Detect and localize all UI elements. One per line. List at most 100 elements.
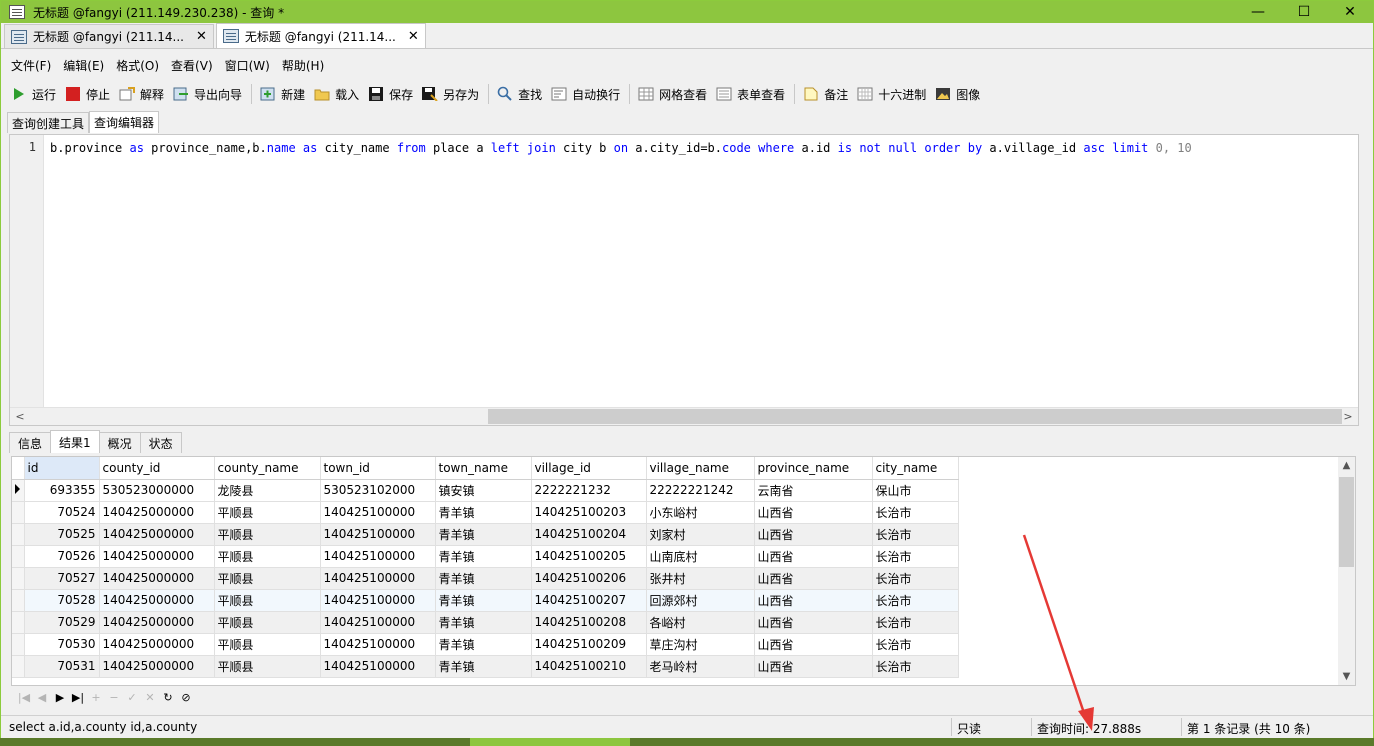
cell-county-id[interactable]: 140425000000 bbox=[99, 545, 215, 568]
table-row[interactable]: 70529 140425000000 平顺县 140425100000 青羊镇 14042… bbox=[12, 611, 959, 634]
cell-village-id[interactable]: 2222221232 bbox=[531, 479, 647, 502]
run-button[interactable]: 运行 bbox=[7, 83, 61, 105]
table-row[interactable]: 70524 140425000000 平顺县 140425100000 青羊镇 14042… bbox=[12, 501, 959, 524]
next-record-icon[interactable]: ▶ bbox=[51, 688, 69, 706]
cell-id[interactable]: 70528 bbox=[24, 589, 100, 612]
refresh-icon[interactable]: ↻ bbox=[159, 688, 177, 706]
cell-county-id[interactable]: 140425000000 bbox=[99, 611, 215, 634]
cell-town-name[interactable]: 青羊镇 bbox=[435, 633, 532, 656]
discard-changes-icon[interactable]: ✕ bbox=[141, 688, 159, 706]
memo-button[interactable]: 备注 bbox=[799, 83, 853, 105]
scroll-left-icon[interactable]: < bbox=[12, 409, 28, 425]
cell-town-id[interactable]: 140425100000 bbox=[320, 589, 436, 612]
column-header-town-name[interactable]: town_name bbox=[435, 457, 532, 480]
cell-province-name[interactable]: 山西省 bbox=[754, 589, 873, 612]
cell-town-name[interactable]: 青羊镇 bbox=[435, 655, 532, 678]
row-marker[interactable] bbox=[12, 523, 25, 546]
cell-county-id[interactable]: 140425000000 bbox=[99, 501, 215, 524]
cell-province-name[interactable]: 山西省 bbox=[754, 501, 873, 524]
cell-province-name[interactable]: 山西省 bbox=[754, 567, 873, 590]
column-header-city-name[interactable]: city_name bbox=[872, 457, 959, 480]
table-row[interactable]: 70526 140425000000 平顺县 140425100000 青羊镇 14042… bbox=[12, 545, 959, 568]
cell-city-name[interactable]: 长治市 bbox=[872, 545, 959, 568]
menu-help[interactable]: 帮助(H) bbox=[276, 57, 330, 74]
cell-town-name[interactable]: 青羊镇 bbox=[435, 611, 532, 634]
add-record-icon[interactable]: + bbox=[87, 688, 105, 706]
cell-village-id[interactable]: 140425100206 bbox=[531, 567, 647, 590]
cell-town-id[interactable]: 140425100000 bbox=[320, 545, 436, 568]
minimize-button[interactable]: — bbox=[1235, 1, 1281, 23]
cell-village-name[interactable]: 老马岭村 bbox=[646, 655, 755, 678]
table-row[interactable]: 70527 140425000000 平顺县 140425100000 青羊镇 14042… bbox=[12, 567, 959, 590]
scroll-right-icon[interactable]: > bbox=[1340, 409, 1356, 425]
cell-town-name[interactable]: 青羊镇 bbox=[435, 589, 532, 612]
tab-query-builder[interactable]: 查询创建工具 bbox=[7, 112, 90, 133]
export-wizard-button[interactable]: 导出向导 bbox=[169, 83, 247, 105]
row-marker[interactable] bbox=[12, 611, 25, 634]
tab-status[interactable]: 状态 bbox=[139, 432, 182, 453]
cell-village-id[interactable]: 140425100210 bbox=[531, 655, 647, 678]
prev-record-icon[interactable]: ◀ bbox=[33, 688, 51, 706]
cell-province-name[interactable]: 山西省 bbox=[754, 545, 873, 568]
save-button[interactable]: 保存 bbox=[364, 83, 418, 105]
doc-tab-1[interactable]: 无标题 @fangyi (211.14... ✕ bbox=[4, 24, 214, 48]
cell-province-name[interactable]: 山西省 bbox=[754, 633, 873, 656]
stop-button[interactable]: 停止 bbox=[61, 83, 115, 105]
cell-village-name[interactable]: 草庄沟村 bbox=[646, 633, 755, 656]
grid-vertical-scrollbar[interactable]: ▲ ▼ bbox=[1338, 457, 1355, 685]
cell-town-id[interactable]: 140425100000 bbox=[320, 501, 436, 524]
cell-city-name[interactable]: 长治市 bbox=[872, 501, 959, 524]
cell-county-name[interactable]: 平顺县 bbox=[214, 589, 321, 612]
row-marker[interactable] bbox=[12, 589, 25, 612]
cell-county-name[interactable]: 平顺县 bbox=[214, 633, 321, 656]
column-header-province-name[interactable]: province_name bbox=[754, 457, 873, 480]
cell-id[interactable]: 693355 bbox=[24, 479, 100, 502]
sql-editor[interactable]: 1 b.province as province_name,b.name as … bbox=[9, 134, 1359, 426]
column-header-town-id[interactable]: town_id bbox=[320, 457, 436, 480]
cell-province-name[interactable]: 山西省 bbox=[754, 655, 873, 678]
maximize-button[interactable]: ☐ bbox=[1281, 1, 1327, 23]
delete-record-icon[interactable]: − bbox=[105, 688, 123, 706]
column-header-id[interactable]: id bbox=[24, 457, 100, 480]
word-wrap-button[interactable]: 自动换行 bbox=[547, 83, 625, 105]
cell-village-name[interactable]: 回源郊村 bbox=[646, 589, 755, 612]
cell-town-id[interactable]: 530523102000 bbox=[320, 479, 436, 502]
row-marker[interactable] bbox=[12, 545, 25, 568]
cell-town-id[interactable]: 140425100000 bbox=[320, 523, 436, 546]
cell-county-name[interactable]: 平顺县 bbox=[214, 545, 321, 568]
tab-query-editor[interactable]: 查询编辑器 bbox=[89, 111, 160, 133]
cell-county-id[interactable]: 140425000000 bbox=[99, 523, 215, 546]
apply-changes-icon[interactable]: ✓ bbox=[123, 688, 141, 706]
column-header-county-id[interactable]: county_id bbox=[99, 457, 215, 480]
cell-county-id[interactable]: 140425000000 bbox=[99, 655, 215, 678]
scroll-thumb[interactable] bbox=[488, 409, 1342, 424]
column-header-village-name[interactable]: village_name bbox=[646, 457, 755, 480]
cell-village-name[interactable]: 小东峪村 bbox=[646, 501, 755, 524]
cell-village-id[interactable]: 140425100204 bbox=[531, 523, 647, 546]
table-row[interactable]: 70531 140425000000 平顺县 140425100000 青羊镇 14042… bbox=[12, 655, 959, 678]
cell-city-name[interactable]: 保山市 bbox=[872, 479, 959, 502]
sql-code-line[interactable]: b.province as province_name,b.name as ci… bbox=[50, 140, 1354, 156]
row-marker[interactable] bbox=[12, 567, 25, 590]
tab-result1[interactable]: 结果1 bbox=[50, 430, 100, 453]
table-row[interactable]: 70528 140425000000 平顺县 140425100000 青羊镇 14042… bbox=[12, 589, 959, 612]
menu-edit[interactable]: 编辑(E) bbox=[57, 57, 110, 74]
cell-city-name[interactable]: 长治市 bbox=[872, 523, 959, 546]
cell-county-name[interactable]: 平顺县 bbox=[214, 655, 321, 678]
row-marker[interactable] bbox=[12, 479, 25, 502]
cell-city-name[interactable]: 长治市 bbox=[872, 633, 959, 656]
cell-province-name[interactable]: 云南省 bbox=[754, 479, 873, 502]
cell-town-name[interactable]: 青羊镇 bbox=[435, 523, 532, 546]
cell-city-name[interactable]: 长治市 bbox=[872, 567, 959, 590]
cell-county-name[interactable]: 龙陵县 bbox=[214, 479, 321, 502]
cell-id[interactable]: 70530 bbox=[24, 633, 100, 656]
new-button[interactable]: 新建 bbox=[256, 83, 310, 105]
last-record-icon[interactable]: ▶| bbox=[69, 688, 87, 706]
row-marker[interactable] bbox=[12, 501, 25, 524]
cell-village-id[interactable]: 140425100208 bbox=[531, 611, 647, 634]
cell-town-id[interactable]: 140425100000 bbox=[320, 633, 436, 656]
cell-county-name[interactable]: 平顺县 bbox=[214, 611, 321, 634]
cell-county-name[interactable]: 平顺县 bbox=[214, 501, 321, 524]
cell-id[interactable]: 70529 bbox=[24, 611, 100, 634]
stop-fetch-icon[interactable]: ⊘ bbox=[177, 688, 195, 706]
